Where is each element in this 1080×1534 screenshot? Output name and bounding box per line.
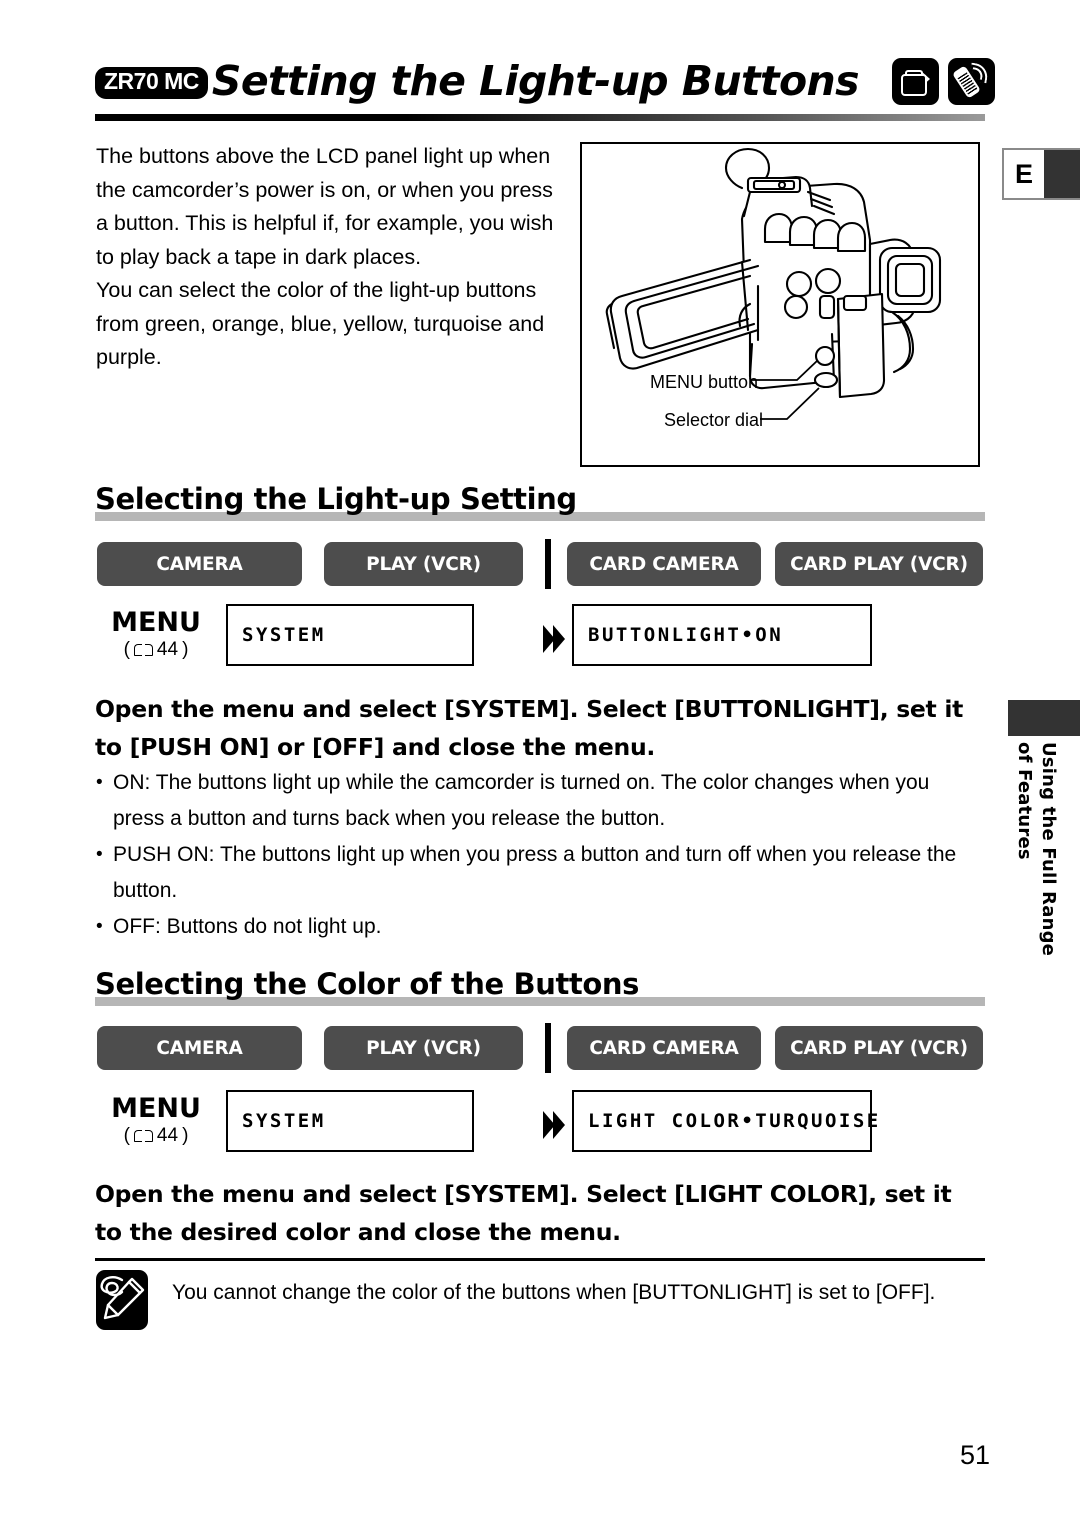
page-title: Setting the Light-up Buttons <box>211 56 860 105</box>
close-paren: ) <box>182 1125 189 1146</box>
manual-page: ZR70 MC Setting the Light-up Buttons E T… <box>0 0 1080 1534</box>
menu-box-setting-1[interactable]: BUTTONLIGHT•ON <box>572 604 872 666</box>
section-heading-2: Selecting the Color of the Buttons <box>95 968 985 1010</box>
close-paren: ) <box>182 639 189 660</box>
page-number: 51 <box>959 1440 990 1470</box>
page-header: ZR70 MC Setting the Light-up Buttons <box>95 52 995 110</box>
bullet-item-off: OFF: Buttons do not light up. <box>95 909 985 945</box>
menu-page-reference: ( 44 ) <box>96 1123 216 1149</box>
book-icon <box>133 643 153 658</box>
intro-paragraph-1: The buttons above the LCD panel light up… <box>96 144 554 269</box>
mode-button-play-vcr[interactable]: PLAY (VCR) <box>324 1026 523 1070</box>
menu-box-system-1[interactable]: SYSTEM <box>226 604 474 666</box>
open-paren: ( <box>123 639 130 660</box>
section-heading-1: Selecting the Light-up Setting <box>95 483 985 525</box>
mode-separator <box>545 1023 551 1073</box>
camcorder-figure: MENU button Selector dial <box>580 142 980 467</box>
remote-control-icon <box>948 58 995 105</box>
title-divider <box>95 114 985 121</box>
figure-label-menu-button: MENU button <box>650 372 759 392</box>
instruction-text-1: Open the menu and select [SYSTEM]. Selec… <box>95 695 964 761</box>
camcorder-icon <box>892 58 939 105</box>
menu-label-group-1: MENU ( 44 ) <box>96 608 216 663</box>
figure-leader-lines <box>750 359 820 420</box>
pencil-note-icon <box>96 1270 148 1330</box>
sidebar-label-line-2: of Features <box>1014 742 1035 860</box>
sidebar-label-line-1: Using the Full Range <box>1038 742 1059 957</box>
menu-arrow-icon <box>542 1110 568 1140</box>
header-icon-group <box>892 58 995 105</box>
menu-ref-number: 44 <box>156 1125 179 1146</box>
bullet-list-1: ON: The buttons light up while the camco… <box>95 765 985 945</box>
instruction-text-2: Open the menu and select [SYSTEM]. Selec… <box>95 1180 952 1246</box>
mode-button-card-play-vcr[interactable]: CARD PLAY (VCR) <box>775 542 983 586</box>
menu-box-system-2[interactable]: SYSTEM <box>226 1090 474 1152</box>
intro-paragraph-2: You can select the color of the light-up… <box>96 278 545 369</box>
mode-button-row-2: CAMERA PLAY (VCR) CARD CAMERA CARD PLAY … <box>97 1023 983 1073</box>
intro-text: The buttons above the LCD panel light up… <box>96 140 566 375</box>
menu-ref-number: 44 <box>156 639 179 660</box>
menu-box-setting-2[interactable]: LIGHT COLOR•TURQUOISE <box>572 1090 878 1152</box>
open-paren: ( <box>123 1125 130 1146</box>
mode-button-camera[interactable]: CAMERA <box>97 542 302 586</box>
mode-button-play-vcr[interactable]: PLAY (VCR) <box>324 542 523 586</box>
section-heading-2-text: Selecting the Color of the Buttons <box>95 967 640 1001</box>
language-tab-block <box>1044 150 1080 198</box>
mode-button-card-play-vcr[interactable]: CARD PLAY (VCR) <box>775 1026 983 1070</box>
mode-button-card-camera[interactable]: CARD CAMERA <box>567 542 761 586</box>
model-badge: ZR70 MC <box>95 67 208 99</box>
menu-page-reference: ( 44 ) <box>96 637 216 663</box>
section-heading-1-text: Selecting the Light-up Setting <box>95 482 577 516</box>
bullet-item-on: ON: The buttons light up while the camco… <box>95 765 985 837</box>
language-tab-letter: E <box>1004 150 1044 198</box>
mode-button-card-camera[interactable]: CARD CAMERA <box>567 1026 761 1070</box>
note-text: You cannot change the color of the butto… <box>172 1281 936 1304</box>
mode-button-row-1: CAMERA PLAY (VCR) CARD CAMERA CARD PLAY … <box>97 539 983 589</box>
menu-path-row-2: MENU ( 44 ) SYSTEM LIGHT COLOR•TURQUOISE <box>96 1090 986 1160</box>
menu-arrow-icon <box>542 624 568 654</box>
menu-label-group-2: MENU ( 44 ) <box>96 1094 216 1149</box>
mode-button-camera[interactable]: CAMERA <box>97 1026 302 1070</box>
book-icon <box>133 1129 153 1144</box>
menu-path-row-1: MENU ( 44 ) SYSTEM BUTTONLIGHT•ON <box>96 604 986 674</box>
language-tab: E <box>1002 148 1080 200</box>
bullet-item-push-on: PUSH ON: The buttons light up when you p… <box>95 837 985 909</box>
menu-label: MENU <box>111 1093 201 1124</box>
sidebar-vertical-label: Using the Full Range of Features <box>1000 740 1080 970</box>
figure-label-selector-dial: Selector dial <box>664 410 764 430</box>
mode-separator <box>545 539 551 589</box>
menu-label: MENU <box>111 607 201 638</box>
sidebar-tab-block <box>1008 700 1080 736</box>
note-divider <box>95 1258 985 1261</box>
